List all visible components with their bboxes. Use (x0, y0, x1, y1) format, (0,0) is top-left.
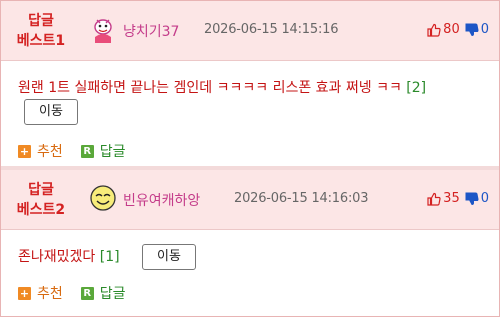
upvote-count: 35 (443, 191, 460, 206)
reply-count: [2] (406, 80, 427, 96)
author-nickname[interactable]: 냥치기37 (123, 21, 179, 41)
rank-line2: 베스트1 (16, 33, 66, 49)
downvote-count: 0 (480, 22, 489, 37)
reply-button[interactable]: R 답글 (80, 141, 126, 161)
thumbs-down-icon[interactable] (465, 192, 479, 206)
reply-actions: + 추천 R 답글 (18, 141, 126, 161)
reply-header: 답글 베스트2 빈유여캐하앙 2026-06-15 14:16:03 35 0 (1, 170, 499, 230)
reply-label: 답글 (99, 144, 126, 160)
thumbs-down-icon[interactable] (465, 23, 479, 37)
move-button[interactable]: 이동 (24, 99, 78, 125)
best-reply-1: 답글 베스트1 냥치기37 2026-06-15 14:15:16 80 0 원… (1, 1, 499, 166)
reply-label: 답글 (99, 286, 126, 302)
rank-line1: 답글 (28, 182, 54, 198)
plus-icon: + (18, 144, 31, 158)
reply-content: 원랜 1트 실패하면 끝나는 겜인데 ㅋㅋㅋㅋ 리스폰 효과 쩌넹 ㅋㅋ [2]… (18, 77, 488, 125)
rank-line2: 베스트2 (16, 202, 66, 218)
best-rank-label: 답글 베스트1 (1, 11, 81, 51)
reply-content: 존나재밌겠다 [1] 이동 (18, 244, 488, 270)
smiley-face-icon (90, 185, 116, 211)
downvote-count: 0 (480, 191, 489, 206)
cartoon-character-icon (94, 19, 112, 43)
recommend-button[interactable]: + 추천 (18, 141, 63, 161)
vote-counts: 35 0 (427, 191, 489, 206)
thumbs-up-icon[interactable] (427, 192, 441, 206)
reply-count: [1] (99, 249, 120, 265)
reply-icon: R (80, 286, 94, 300)
reply-header: 답글 베스트1 냥치기37 2026-06-15 14:15:16 80 0 (1, 1, 499, 61)
reply-text: 원랜 1트 실패하면 끝나는 겜인데 ㅋㅋㅋㅋ 리스폰 효과 쩌넹 ㅋㅋ (18, 80, 402, 96)
best-reply-2: 답글 베스트2 빈유여캐하앙 2026-06-15 14:16:03 35 0 … (1, 170, 499, 316)
post-timestamp: 2026-06-15 14:16:03 (234, 191, 369, 206)
upvote-count: 80 (443, 22, 460, 37)
recommend-label: 추천 (37, 144, 63, 160)
reply-actions: + 추천 R 답글 (18, 283, 126, 303)
reply-text: 존나재밌겠다 (18, 249, 96, 265)
post-timestamp: 2026-06-15 14:15:16 (204, 22, 339, 37)
plus-icon: + (18, 286, 31, 300)
move-button[interactable]: 이동 (142, 244, 196, 270)
rank-line1: 답글 (28, 13, 54, 29)
recommend-label: 추천 (37, 286, 63, 302)
reply-button[interactable]: R 답글 (80, 283, 126, 303)
author-nickname[interactable]: 빈유여캐하앙 (123, 190, 200, 210)
vote-counts: 80 0 (427, 22, 489, 37)
recommend-button[interactable]: + 추천 (18, 283, 63, 303)
thumbs-up-icon[interactable] (427, 23, 441, 37)
reply-icon: R (80, 144, 94, 158)
best-rank-label: 답글 베스트2 (1, 180, 81, 220)
